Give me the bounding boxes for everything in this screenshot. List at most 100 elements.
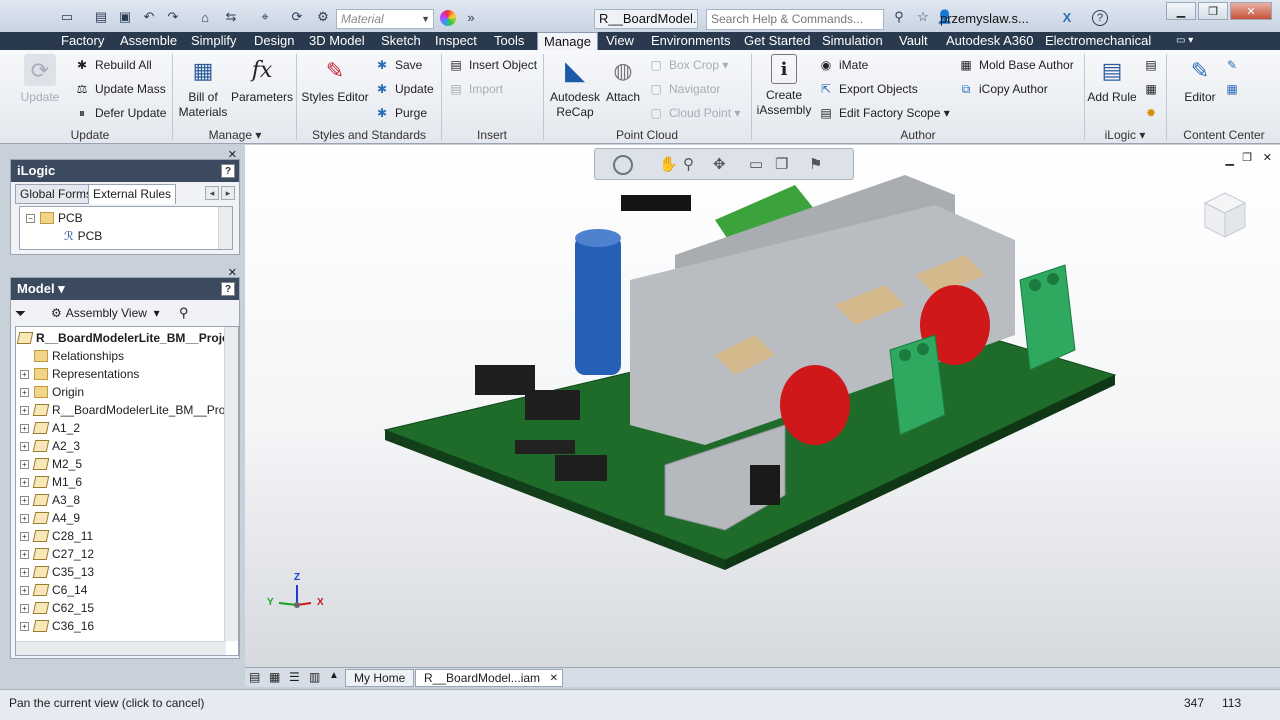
tree-item-pcb-rule[interactable]: ℛ PCB — [64, 227, 102, 245]
save-icon[interactable]: ▣ — [116, 8, 134, 26]
insert-object-button[interactable]: ▤ Insert Object — [448, 56, 537, 74]
maximize-button[interactable]: ❐ — [1198, 2, 1228, 20]
expand-icon[interactable]: + — [20, 567, 29, 577]
bom-button[interactable]: ▦ Bill of Materials — [176, 54, 230, 120]
tab-environments[interactable]: Environments — [651, 32, 730, 50]
expand-icon[interactable]: + — [20, 405, 29, 415]
expand-icon[interactable]: + — [20, 441, 29, 451]
tab-get-started[interactable]: Get Started — [744, 32, 810, 50]
tab-manage[interactable]: Manage — [537, 32, 598, 50]
edit-factory-scope-button[interactable]: ▤ Edit Factory Scope ▾ — [818, 104, 949, 122]
model-panel-header[interactable]: Model ▾? — [11, 278, 239, 300]
ilogic-browser-button[interactable]: ▤ — [1143, 56, 1164, 74]
scroll-right-icon[interactable]: ▸ — [221, 186, 235, 200]
tab-board-modeler[interactable]: R__BoardModel...iam ✕ — [415, 669, 564, 687]
pan-icon[interactable]: ✋ — [659, 155, 678, 173]
appearance-icon[interactable] — [440, 10, 456, 26]
expand-icon[interactable]: + — [20, 423, 29, 433]
star-icon[interactable]: ☆ — [914, 8, 932, 26]
expand-icon[interactable]: + — [20, 387, 29, 397]
tab-simplify[interactable]: Simplify — [191, 32, 237, 50]
expand-icon[interactable]: + — [20, 459, 29, 469]
styles-save-button[interactable]: ✱ Save — [374, 56, 422, 74]
tree-item[interactable]: +Relationships — [20, 347, 124, 365]
viewport-restore-icon[interactable]: ❐ — [1242, 151, 1252, 164]
home-icon[interactable]: ⌂ — [196, 8, 214, 26]
tile-vertical-icon[interactable]: ▦ — [269, 670, 280, 684]
recap-button[interactable]: ◣ Autodesk ReCap — [547, 54, 603, 120]
panel-title-ilogic[interactable]: iLogic ▾ — [1086, 127, 1164, 143]
expand-icon[interactable]: + — [20, 495, 29, 505]
tree-item[interactable]: + C35_13 — [20, 563, 94, 581]
tree-item[interactable]: + C27_12 — [20, 545, 94, 563]
tab-my-home[interactable]: My Home — [345, 669, 415, 687]
box-crop-button[interactable]: ▢ Box Crop ▾ — [648, 56, 728, 74]
navigator-button[interactable]: ▢ Navigator — [648, 80, 720, 98]
update-qa-icon[interactable]: ⟳ — [288, 8, 306, 26]
horizontal-scrollbar[interactable] — [16, 641, 226, 655]
expand-icon[interactable]: + — [20, 369, 29, 379]
viewcube[interactable] — [1195, 187, 1251, 243]
tab-sketch[interactable]: Sketch — [381, 32, 421, 50]
icopy-author-button[interactable]: ⧉ iCopy Author — [958, 80, 1048, 98]
user-name[interactable]: przemyslaw.s... — [940, 11, 1029, 26]
tab-inspect[interactable]: Inspect — [435, 32, 477, 50]
scrollbar[interactable] — [218, 207, 232, 249]
search-input[interactable]: Search Help & Commands... — [706, 9, 884, 30]
tree-item[interactable]: + A4_9 — [20, 509, 80, 527]
steering-wheel-icon[interactable] — [613, 155, 633, 175]
tile-horizontal-icon[interactable]: ▤ — [249, 670, 260, 684]
tab-tools[interactable]: Tools — [494, 32, 524, 50]
cc-editor-button[interactable]: ✎ Editor — [1178, 54, 1222, 105]
tree-item[interactable]: + C6_14 — [20, 581, 87, 599]
mold-base-author-button[interactable]: ▦ Mold Base Author — [958, 56, 1073, 74]
create-iassembly-button[interactable]: i Create iAssembly — [754, 54, 814, 118]
help-icon[interactable]: ? — [221, 282, 235, 296]
tab-global-forms[interactable]: Global Forms — [15, 184, 98, 204]
styles-update-button[interactable]: ✱ Update — [374, 80, 434, 98]
imate-button[interactable]: ◉ iMate — [818, 56, 869, 74]
tab-external-rules[interactable]: External Rules — [88, 184, 177, 204]
rebuild-all-button[interactable]: ✱ Rebuild All — [74, 56, 152, 74]
expand-icon[interactable]: + — [20, 549, 29, 559]
styles-purge-button[interactable]: ✱ Purge — [374, 104, 427, 122]
update-button[interactable]: ⟳ Update — [18, 54, 62, 105]
tree-item[interactable]: + C36_16 — [20, 617, 94, 635]
vertical-scrollbar[interactable] — [224, 327, 238, 641]
tree-item[interactable]: + A1_2 — [20, 419, 80, 437]
tree-item[interactable]: + A3_8 — [20, 491, 80, 509]
collapse-icon[interactable]: − — [26, 213, 35, 223]
expand-icon[interactable]: + — [20, 477, 29, 487]
assembly-view-dropdown[interactable]: ⚙ Assembly View ▾ — [51, 306, 160, 320]
cc-publish-button[interactable]: ✎ — [1224, 56, 1245, 74]
ribbon-options-icon[interactable]: ▭ ▾ — [1176, 32, 1193, 50]
tree-root[interactable]: R__BoardModelerLite_BM__Proje — [16, 329, 229, 347]
look-at-icon[interactable]: ▭ — [749, 155, 763, 173]
binoculars-icon[interactable]: ⚲ — [890, 8, 908, 26]
view-face-icon[interactable]: ❐ — [775, 155, 788, 173]
tab-assemble[interactable]: Assemble — [120, 32, 177, 50]
close-tab-icon[interactable]: ✕ — [550, 670, 558, 687]
tab-vault[interactable]: Vault — [899, 32, 928, 50]
exchange-icon[interactable]: X — [1058, 8, 1076, 26]
orbit-icon[interactable]: ✥ — [713, 155, 726, 173]
viewport-close-icon[interactable]: ✕ — [1263, 151, 1272, 164]
pcb-assembly-model[interactable] — [375, 165, 1135, 585]
free-orbit-icon[interactable]: ⚑ — [809, 155, 822, 173]
parameters-button[interactable]: fx Parameters — [230, 54, 294, 105]
help-icon[interactable]: ? — [1092, 10, 1108, 26]
tree-item[interactable]: + R__BoardModelerLite_BM__Project — [20, 401, 238, 419]
cc-batch-button[interactable]: ▦ — [1224, 80, 1245, 98]
undo-icon[interactable]: ↶ — [140, 8, 158, 26]
cascade-icon[interactable]: ☰ — [289, 670, 300, 684]
tree-item[interactable]: + M1_6 — [20, 473, 82, 491]
filter-icon[interactable]: ⏷ — [15, 305, 26, 322]
binoculars-icon[interactable]: ⚲ — [179, 305, 189, 321]
tab-3d-model[interactable]: 3D Model — [309, 32, 365, 50]
close-button[interactable]: ✕ — [1230, 2, 1272, 20]
tab-factory[interactable]: Factory — [61, 32, 104, 50]
update-mass-button[interactable]: ⚖ Update Mass — [74, 80, 166, 98]
new-icon[interactable]: ▭ — [58, 8, 76, 26]
redo-icon[interactable]: ↷ — [164, 8, 182, 26]
expand-icon[interactable]: + — [20, 513, 29, 523]
